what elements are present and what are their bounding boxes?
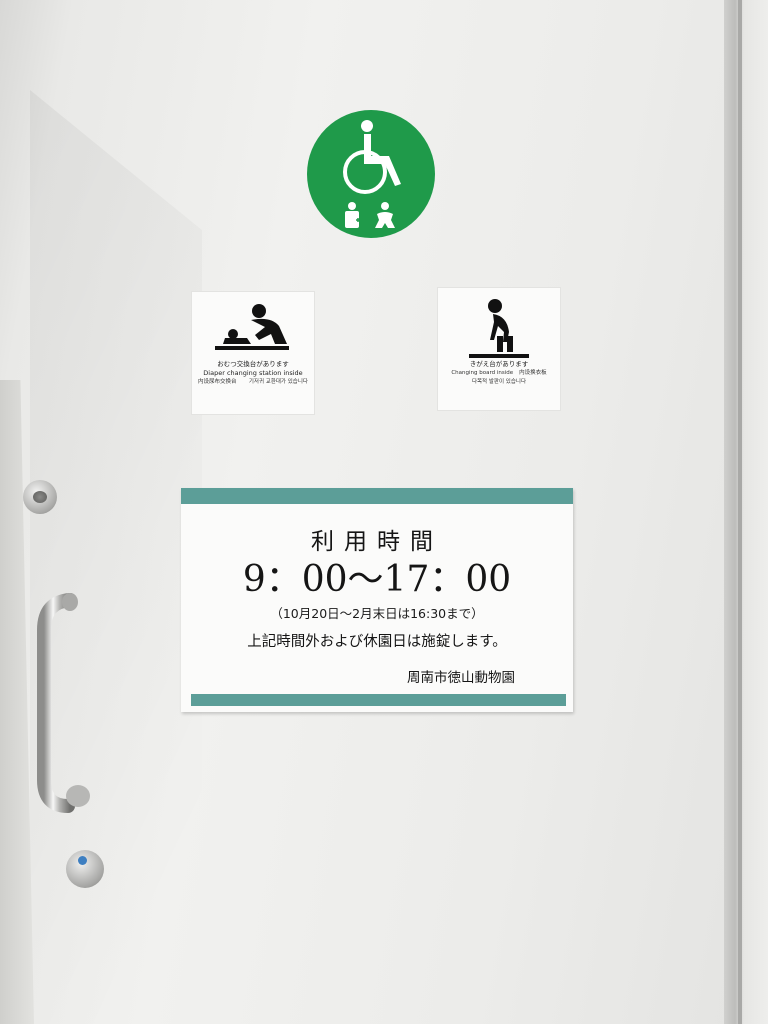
- occupancy-indicator: [66, 850, 104, 888]
- sign-opening-hours: 9：00～17：00: [242, 559, 512, 600]
- restroom-door: おむつ交換台があります Diaper changing station insi…: [0, 0, 740, 1024]
- operating-hours-sign: 利用時間 9：00～17：00 （10月20日～2月末日は16:30まで） 上記…: [181, 488, 573, 712]
- diaper-sticker-english: Diaper changing station inside: [203, 369, 303, 377]
- diaper-sticker-korean: 기저귀 교환대가 있습니다: [248, 379, 308, 385]
- diaper-changing-icon: [215, 304, 289, 350]
- changing-sticker-korean: 다목적 발판이 있습니다: [471, 379, 527, 385]
- accessible-restroom-badge: [307, 110, 435, 238]
- door-frame: [724, 0, 768, 1024]
- changing-board-icon: [469, 299, 529, 358]
- changing-board-sticker: きがえ台があります Changing board inside 内设换衣板 다목…: [438, 288, 560, 410]
- changing-sticker-chinese: 内设换衣板: [519, 370, 547, 376]
- diaper-sticker-japanese: おむつ交換台があります: [217, 360, 289, 368]
- baby-icon: [375, 202, 395, 228]
- changing-sticker-english: Changing board inside: [451, 370, 514, 376]
- door-edge: [0, 380, 34, 1024]
- sign-bottom-stripe: [191, 694, 566, 706]
- changing-sticker-japanese: きがえ台があります: [469, 360, 529, 368]
- door-handle[interactable]: [30, 590, 100, 820]
- door-lock-knob[interactable]: [23, 480, 57, 514]
- ostomate-icon: [345, 202, 360, 228]
- sign-top-stripe: [181, 488, 573, 504]
- sign-seasonal-note: （10月20日～2月末日は16:30まで）: [270, 606, 484, 621]
- diaper-changing-sticker: おむつ交換台があります Diaper changing station insi…: [192, 292, 314, 414]
- wheelchair-icon: [343, 120, 401, 228]
- sign-closure-note: 上記時間外および休園日は施錠します。: [247, 634, 507, 650]
- diaper-sticker-chinese: 内设尿布交换台: [198, 379, 237, 385]
- sign-owner: 周南市徳山動物園: [407, 670, 515, 686]
